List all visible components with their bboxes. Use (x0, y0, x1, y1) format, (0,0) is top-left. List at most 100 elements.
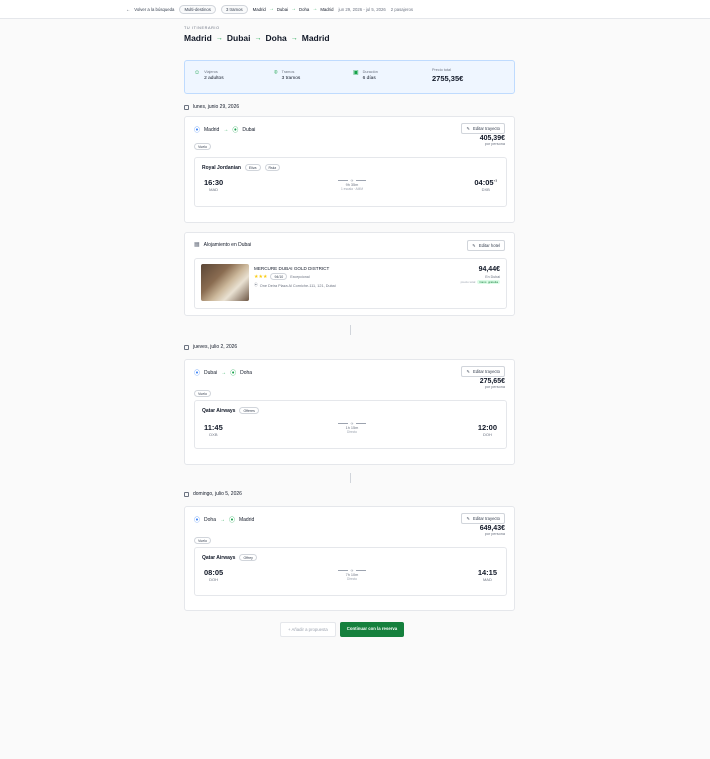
airline: Qatar Airways Offeres (202, 407, 259, 414)
hotel-header: ▦ Alojamiento en Dubai (194, 241, 252, 249)
edit-leg-button[interactable]: ✎ Editar trayecto (461, 366, 505, 377)
departure: 16:30 MAD (204, 178, 223, 192)
departure: 08:05 DOH (204, 568, 223, 582)
calendar-icon (184, 104, 189, 110)
flight-card: ⦿ Dubai → ⦿ Doha ✎ Editar trayecto Vuelo… (184, 359, 515, 465)
flight-card: ⦿ Doha → ⦿ Madrid ✎ Editar trayecto Vuel… (184, 506, 515, 611)
map-pin-icon: ⦿ (232, 128, 239, 134)
day-header: lunes, junio 29, 2026 (184, 104, 239, 110)
add-to-proposal-button[interactable]: + Añadir a propuesta (280, 622, 336, 637)
fare-tag: Eliva (244, 164, 261, 171)
calendar-icon (184, 491, 189, 497)
summary-legs: ⌾ Tramos 3 tramos (274, 70, 300, 81)
flight-duration: ✈ 1h 15m Directo (335, 421, 369, 434)
map-pin-icon: ⦿ (230, 371, 237, 377)
day-date: lunes, junio 29, 2026 (193, 104, 240, 110)
airline-name: Royal Jordanian (202, 164, 241, 171)
leg-to: Madrid (238, 516, 255, 523)
edit-leg-label: Editar trayecto (473, 126, 500, 131)
edit-icon: ✎ (472, 243, 476, 248)
continue-booking-button[interactable]: Continuar con la reserva (339, 622, 405, 637)
fare-tag: Offeres (239, 407, 259, 414)
departure: 11:45 DXB (204, 423, 223, 437)
footer-actions: + Añadir a propuesta Continuar con la re… (280, 622, 405, 637)
rating-label: Excepcional (290, 274, 310, 279)
edit-icon: ✎ (466, 516, 470, 521)
leg-from: Madrid (204, 126, 220, 133)
edit-leg-button[interactable]: ✎ Editar trayecto (461, 123, 505, 134)
day-header: domingo, julio 5, 2026 (184, 491, 242, 497)
address-text: One Deira Plaza Al Corniche-111, 121, Du… (259, 283, 336, 288)
hotel-price: 94,44€ En Dubai precio total Canc. gratu… (461, 266, 500, 284)
city: Doha (265, 33, 287, 43)
departure-code: DOH (209, 577, 219, 582)
airline: Qatar Airways Offrey (202, 554, 257, 561)
leg-route: ⦿ Madrid → ⦿ Dubai (194, 125, 256, 135)
trip-type-pill: Multi-destinos (179, 4, 216, 14)
arrival-time: 04:05+1 (474, 178, 497, 187)
departure-time: 08:05 (204, 568, 224, 577)
leg-price: 405,39€ por persona (480, 135, 505, 146)
leg-to: Doha (240, 369, 253, 376)
arrow-right-icon: → (291, 6, 297, 12)
arrow-right-icon: → (312, 6, 318, 12)
back-link[interactable]: ← Volver a la búsqueda (126, 7, 174, 12)
departure-time: 11:45 (204, 423, 223, 432)
travelers-value: 2 adultos (204, 76, 224, 81)
summary-travelers: ☺ Viajeros 2 adultos (194, 70, 224, 81)
day-header: jueves, julio 2, 2026 (184, 344, 237, 350)
city: Dubai (226, 33, 251, 43)
airline-name: Qatar Airways (202, 407, 236, 414)
users-icon: ☺ (194, 70, 201, 76)
top-bar: ← Volver a la búsqueda Multi-destinos 3 … (0, 0, 710, 19)
flight-option[interactable]: Qatar Airways Offrey 08:05 DOH ✈ 7h 10m … (194, 547, 507, 596)
free-cancel-tag: Canc. gratuita (477, 280, 500, 284)
departure-code: MAD (209, 187, 219, 192)
trip-dates: jun 29, 2026 - jul 5, 2026 (338, 6, 386, 12)
trip-passengers: 2 pasajeros (390, 6, 413, 12)
departure-time: 16:30 (204, 178, 224, 187)
total-value: 2755,35€ (432, 74, 464, 83)
hotel-info: MERCURE DUBAI GOLD DISTRICT ★★★ 94/10 Ex… (254, 266, 336, 288)
departure-code: DXB (209, 432, 218, 437)
edit-leg-button[interactable]: ✎ Editar trayecto (461, 513, 505, 524)
arrival-code: MAD (482, 577, 492, 582)
fare-tag: Offrey (239, 554, 257, 561)
duration-value: 6 días (362, 76, 376, 81)
route-city: Madrid (252, 6, 266, 12)
flight-option[interactable]: Royal Jordanian Eliva Rskz 16:30 MAD ✈ 9… (194, 157, 507, 207)
summary-total: Precio total 2755,35€ (432, 68, 463, 83)
building-icon: ▦ (194, 242, 200, 248)
leg-from: Doha (204, 516, 216, 523)
arrival-time-value: 04:05 (474, 178, 494, 187)
leg-to: Dubai (242, 126, 256, 133)
flight-option[interactable]: Qatar Airways Offeres 11:45 DXB ✈ 1h 15m… (194, 400, 507, 449)
itinerary-label: TU ITINERARIO (184, 26, 220, 30)
hotel-price-amount: 94,44€ (478, 266, 500, 273)
duration-label: Duración (362, 70, 378, 74)
flight-badge: Vuelo (194, 143, 212, 150)
hotel-header-label: Alojamiento en Dubai (203, 241, 252, 248)
map-pin-icon: ⌾ (274, 70, 278, 76)
arrival: 04:05+1 DXB (474, 178, 497, 192)
flight-badge: Vuelo (194, 537, 212, 544)
price-amount: 405,39€ (479, 135, 505, 142)
star-rating: ★★★ (254, 273, 268, 280)
rating-score: 94/10 (270, 273, 288, 280)
timeline-connector (350, 473, 351, 483)
edit-hotel-button[interactable]: ✎ Editar hotel (467, 240, 505, 251)
city: Madrid (301, 33, 330, 43)
route-summary: Madrid → Dubai → Doha → Madrid (253, 6, 334, 12)
calendar-icon (184, 344, 189, 350)
arrow-right-icon: → (254, 34, 262, 42)
hotel-option[interactable]: MERCURE DUBAI GOLD DISTRICT ★★★ 94/10 Ex… (194, 258, 507, 309)
leg-route: ⦿ Dubai → ⦿ Doha (194, 368, 253, 378)
summary-duration: ▣ Duración 6 días (353, 70, 378, 81)
arrival-day-offset: +1 (493, 178, 497, 183)
route-city: Madrid (320, 6, 334, 12)
arrow-right-icon: → (215, 34, 223, 42)
route-city: Dubai (276, 6, 289, 12)
arrow-right-icon: → (219, 516, 225, 523)
trip-summary: ☺ Viajeros 2 adultos ⌾ Tramos 3 tramos ▣ D… (184, 60, 515, 94)
map-pin-icon: ⦿ (228, 518, 235, 524)
